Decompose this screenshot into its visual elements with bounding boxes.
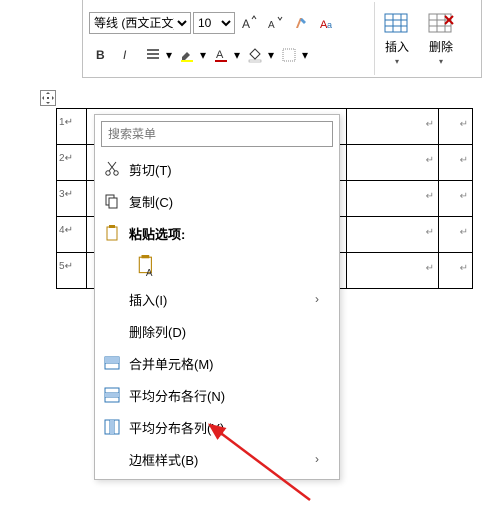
chevron-right-icon: › [315, 452, 329, 466]
font-color-button[interactable]: A [209, 43, 233, 67]
menu-distribute-cols[interactable]: 平均分布各列(Y) [95, 411, 339, 443]
context-menu: 剪切(T) 复制(C) 粘贴选项: A 插入(I) › 删除列(D) 合并单元格… [94, 114, 340, 480]
ribbon-toolbar: 等线 (西文正文) 10 A A Aa B I ▾ ▾ A▾ ▾ ▾ 插入 ▾ … [82, 0, 482, 78]
font-color-dropdown[interactable]: ▾ [233, 48, 241, 62]
insert-button[interactable]: 插入 ▾ [375, 2, 419, 75]
chevron-right-icon: › [315, 292, 329, 306]
svg-text:A: A [242, 17, 250, 31]
grow-font-button[interactable]: A [237, 11, 261, 35]
menu-border-style-label: 边框样式(B) [129, 450, 315, 469]
menu-border-style[interactable]: 边框样式(B) › [95, 443, 339, 475]
menu-cut[interactable]: 剪切(T) [95, 153, 339, 185]
menu-paste-options: 粘贴选项: [95, 217, 339, 249]
insert-label: 插入 [385, 38, 409, 55]
bold-button[interactable]: B [89, 43, 113, 67]
merge-icon [95, 354, 129, 372]
shading-dropdown[interactable]: ▾ [267, 48, 275, 62]
delete-button[interactable]: 删除 ▾ [419, 2, 463, 75]
align-dropdown[interactable]: ▾ [165, 48, 173, 62]
svg-text:a: a [327, 20, 332, 30]
menu-dist-rows-label: 平均分布各行(N) [129, 386, 329, 405]
distribute-cols-icon [95, 418, 129, 436]
svg-text:B: B [96, 48, 105, 62]
menu-paste-label: 粘贴选项: [129, 224, 329, 243]
shrink-font-button[interactable]: A [263, 11, 287, 35]
distribute-rows-icon [95, 386, 129, 404]
cut-icon [95, 160, 129, 178]
menu-delete-column[interactable]: 删除列(D) [95, 315, 339, 347]
paste-keep-text-button[interactable]: A [131, 251, 163, 281]
clear-format-button[interactable] [289, 11, 313, 35]
menu-copy-label: 复制(C) [129, 192, 329, 211]
menu-search-input[interactable] [101, 121, 333, 147]
italic-button[interactable]: I [115, 43, 139, 67]
borders-dropdown[interactable]: ▾ [301, 48, 309, 62]
font-size-select[interactable]: 10 [193, 12, 235, 34]
menu-delete-col-label: 删除列(D) [129, 322, 329, 341]
svg-text:A: A [268, 20, 275, 31]
menu-cut-label: 剪切(T) [129, 160, 329, 179]
menu-merge-cells[interactable]: 合并单元格(M) [95, 347, 339, 379]
highlight-button[interactable] [175, 43, 199, 67]
font-name-select[interactable]: 等线 (西文正文) [89, 12, 191, 34]
menu-dist-cols-label: 平均分布各列(Y) [129, 418, 329, 437]
menu-distribute-rows[interactable]: 平均分布各行(N) [95, 379, 339, 411]
paste-icon [95, 224, 129, 242]
shading-button[interactable] [243, 43, 267, 67]
svg-text:I: I [123, 48, 127, 62]
menu-copy[interactable]: 复制(C) [95, 185, 339, 217]
delete-label: 删除 [429, 38, 453, 55]
table-move-handle[interactable] [40, 90, 56, 106]
svg-text:A: A [216, 49, 224, 61]
svg-text:A: A [146, 268, 153, 277]
borders-button[interactable] [277, 43, 301, 67]
styles-button[interactable]: Aa [315, 11, 339, 35]
menu-merge-label: 合并单元格(M) [129, 354, 329, 373]
highlight-dropdown[interactable]: ▾ [199, 48, 207, 62]
menu-insert[interactable]: 插入(I) › [95, 283, 339, 315]
align-button[interactable] [141, 43, 165, 67]
copy-icon [95, 192, 129, 210]
menu-insert-label: 插入(I) [129, 290, 315, 309]
